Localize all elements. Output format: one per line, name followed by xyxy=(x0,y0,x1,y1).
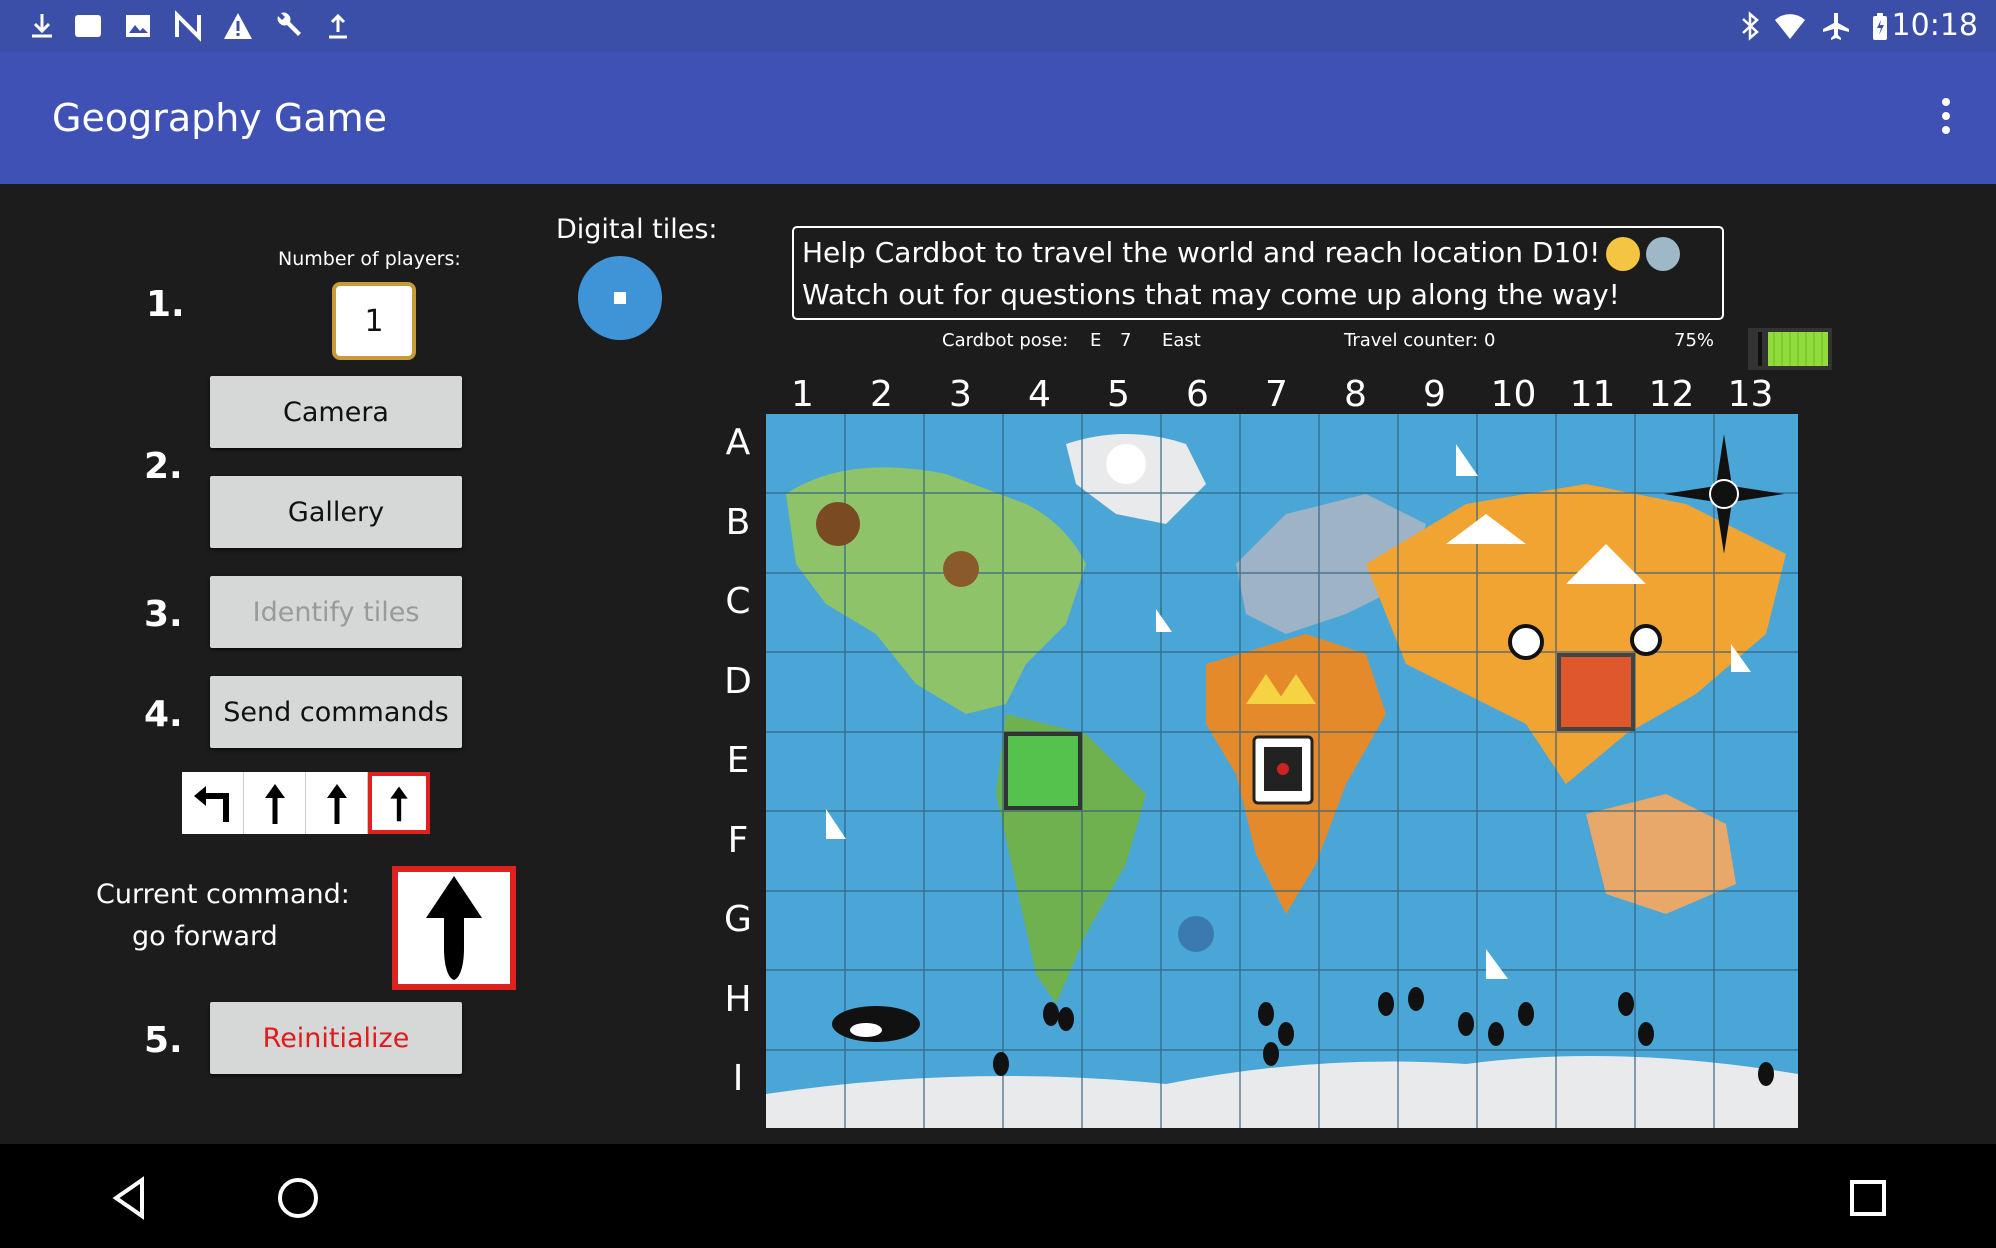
airplane-icon xyxy=(1823,13,1849,40)
pose-row: E xyxy=(1090,330,1102,351)
row-header: F xyxy=(727,820,749,861)
current-command-value: go forward xyxy=(132,921,278,952)
command-tile[interactable] xyxy=(182,772,244,834)
download-icon xyxy=(32,14,52,38)
column-header: 11 xyxy=(1569,374,1616,415)
target-cell-highlight xyxy=(1557,653,1635,731)
battery-percent: 75% xyxy=(1674,330,1715,351)
panda-icon xyxy=(1508,624,1544,660)
column-header: 3 xyxy=(949,374,972,415)
current-command-box xyxy=(392,866,516,990)
arrow-up-icon xyxy=(326,784,347,824)
whale-icon xyxy=(1178,916,1214,952)
digital-tiles-label: Digital tiles: xyxy=(556,214,718,245)
message-box: Help Cardbot to travel the world and rea… xyxy=(792,226,1724,320)
recents-icon[interactable] xyxy=(1844,1174,1892,1222)
content-area: 1. Number of players: 1 2. Camera Galler… xyxy=(0,184,1996,1144)
turn-left-icon xyxy=(193,786,229,822)
row-header: I xyxy=(732,1058,744,1099)
column-header: 6 xyxy=(1186,374,1209,415)
column-headers: 1 2 3 4 5 6 7 8 9 10 11 12 13 xyxy=(718,372,1798,415)
app-title: Geography Game xyxy=(52,96,388,140)
panda-icon xyxy=(1630,624,1662,656)
players-label: Number of players: xyxy=(278,248,461,270)
row-header: D xyxy=(724,661,752,702)
wrench-icon xyxy=(277,12,301,36)
row-header: G xyxy=(724,899,752,940)
message-line-2: Watch out for questions that may come up… xyxy=(802,278,1620,311)
column-header: 7 xyxy=(1265,374,1288,415)
wifi-icon xyxy=(1775,14,1805,39)
travel-counter: Travel counter: 0 xyxy=(1344,330,1496,351)
column-header: 12 xyxy=(1648,374,1695,415)
step-number-2: 2. xyxy=(144,446,183,487)
send-commands-button[interactable]: Send commands xyxy=(210,676,462,748)
orca-icon xyxy=(832,1006,920,1042)
tile-icon xyxy=(614,292,626,304)
command-tile[interactable] xyxy=(244,772,306,834)
column-header: 13 xyxy=(1727,374,1774,415)
reinitialize-button[interactable]: Reinitialize xyxy=(210,1002,462,1074)
app-bar: Geography Game xyxy=(0,52,1996,184)
gallery-button[interactable]: Gallery xyxy=(210,476,462,548)
world-map-grid: 1 2 3 4 5 6 7 8 9 10 11 12 13 A B C D E … xyxy=(718,372,1798,1128)
current-command-title: Current command: xyxy=(96,879,350,910)
step-number-3: 3. xyxy=(144,594,183,635)
command-tile-strip xyxy=(182,772,432,834)
card-icon xyxy=(75,15,101,37)
digital-tiles-button[interactable] xyxy=(578,256,662,340)
upload-icon xyxy=(329,13,347,39)
warning-icon xyxy=(224,13,252,39)
bluetooth-icon xyxy=(1742,11,1759,41)
robot-battery-icon xyxy=(1748,328,1832,370)
start-cell-highlight xyxy=(1004,732,1082,810)
players-field[interactable]: 1 xyxy=(332,282,416,360)
message-line-1: Help Cardbot to travel the world and rea… xyxy=(802,232,1714,274)
current-command-label: Current command: go forward xyxy=(96,874,350,958)
status-bar: 10:18 xyxy=(0,0,1996,52)
row-header: A xyxy=(725,422,751,463)
pose-label: Cardbot pose: xyxy=(942,330,1069,351)
pose-col: 7 xyxy=(1120,330,1132,351)
cardbot-robot-icon xyxy=(1252,735,1314,805)
command-tile-current[interactable] xyxy=(368,772,430,834)
row-header: E xyxy=(726,740,750,781)
map-board[interactable] xyxy=(766,414,1798,1128)
image-icon xyxy=(126,15,150,37)
polar-bear-icon xyxy=(1106,444,1146,484)
step-number-5: 5. xyxy=(144,1020,183,1061)
column-header: 8 xyxy=(1344,374,1367,415)
identify-tiles-button[interactable]: Identify tiles xyxy=(210,576,462,648)
robot-emoji-icon xyxy=(1646,237,1681,271)
nav-bar xyxy=(0,1144,1996,1248)
column-header: 2 xyxy=(870,374,893,415)
home-icon[interactable] xyxy=(274,1174,322,1222)
row-header: B xyxy=(725,502,751,543)
pose-direction: East xyxy=(1162,330,1201,351)
command-tile[interactable] xyxy=(306,772,368,834)
camera-button[interactable]: Camera xyxy=(210,376,462,448)
back-icon[interactable] xyxy=(106,1174,154,1222)
column-header: 5 xyxy=(1107,374,1130,415)
arrow-up-icon xyxy=(390,786,408,822)
column-header: 9 xyxy=(1423,374,1446,415)
more-vert-icon[interactable] xyxy=(1936,98,1956,140)
arrow-up-icon xyxy=(264,784,285,824)
step-number-1: 1. xyxy=(146,284,185,325)
n-icon xyxy=(175,10,201,42)
arrow-up-icon xyxy=(426,876,482,980)
step-number-4: 4. xyxy=(144,694,183,735)
column-header: 1 xyxy=(791,374,814,415)
column-header: 10 xyxy=(1490,374,1537,415)
row-headers: A B C D E F G H I xyxy=(718,414,766,1126)
row-header: H xyxy=(724,979,752,1020)
column-header: 4 xyxy=(1028,374,1051,415)
clock: 10:18 xyxy=(1891,8,1978,43)
row-header: C xyxy=(725,581,751,622)
moose-icon xyxy=(816,502,860,546)
cowboy-emoji-icon xyxy=(1606,237,1641,271)
bear-icon xyxy=(943,551,979,587)
